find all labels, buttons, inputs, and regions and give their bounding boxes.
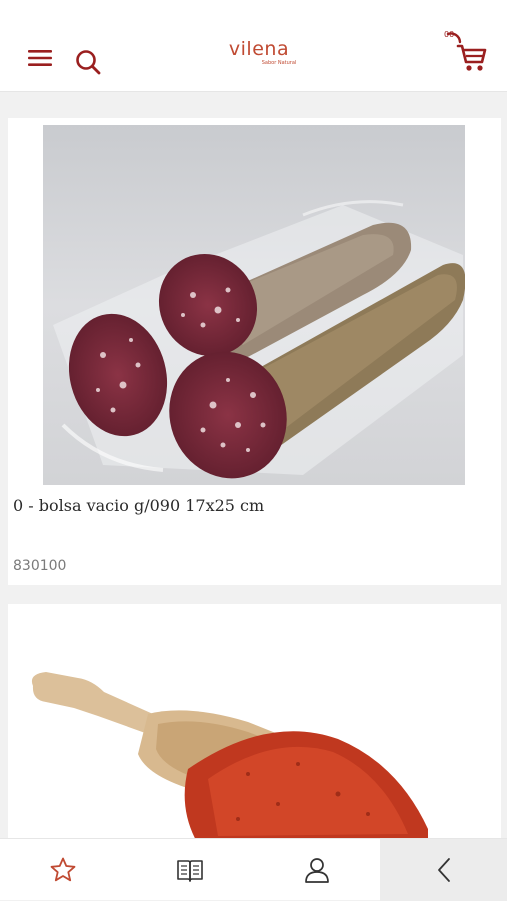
catalog-book-icon xyxy=(177,860,203,882)
product-image[interactable] xyxy=(8,604,501,838)
logo-tagline: Sabor Natural xyxy=(261,60,297,66)
cart-button[interactable]: 00 xyxy=(444,30,490,76)
search-icon xyxy=(76,50,101,75)
tab-favorites[interactable] xyxy=(0,839,127,901)
bottom-tab-bar xyxy=(0,838,507,901)
tab-catalog[interactable] xyxy=(127,839,254,901)
menu-button[interactable] xyxy=(24,44,56,72)
logo-text: vilena xyxy=(228,38,290,60)
product-title[interactable]: 0 - bolsa vacio g/090 17x25 cm xyxy=(13,496,493,515)
user-icon xyxy=(305,858,329,883)
paprika-image xyxy=(8,604,501,838)
cart-count-badge: 00 xyxy=(444,30,455,39)
product-reference: 830100 xyxy=(13,558,67,574)
search-button[interactable] xyxy=(72,46,104,78)
brand-logo[interactable]: vilena Sabor Natural xyxy=(204,38,314,74)
sausage-image xyxy=(43,125,465,485)
star-icon xyxy=(50,857,76,882)
product-card[interactable]: 0 - bolsa vacio g/090 17x25 cm 830100 xyxy=(8,118,501,585)
menu-icon xyxy=(28,50,52,66)
product-feed[interactable]: 0 - bolsa vacio g/090 17x25 cm 830100 xyxy=(0,92,507,838)
product-image[interactable] xyxy=(43,125,465,485)
back-chevron-icon xyxy=(437,858,450,882)
tab-back[interactable] xyxy=(380,839,507,901)
tab-profile[interactable] xyxy=(254,839,381,901)
product-card[interactable] xyxy=(8,604,501,838)
app-header: vilena Sabor Natural 00 xyxy=(0,0,507,92)
